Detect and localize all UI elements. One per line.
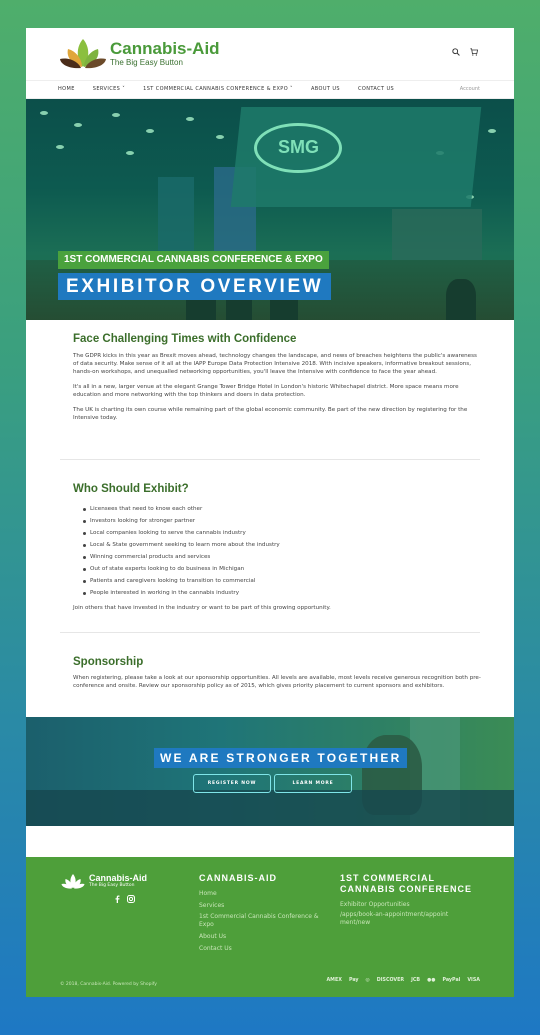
list-item: Licensees that need to know each other <box>83 503 483 515</box>
footer-col-title-line: 1ST COMMERCIAL <box>340 873 435 883</box>
section-confidence: Face Challenging Times with Confidence T… <box>73 333 483 422</box>
exhibitor-list: Licensees that need to know each other I… <box>83 503 483 599</box>
search-icon[interactable] <box>452 48 460 56</box>
footer-links-col2: Exhibitor Opportunities /apps/book-an-ap… <box>340 899 452 927</box>
leaf-logo-icon <box>60 39 106 69</box>
nav-conference[interactable]: 1ST COMMERCIAL CANNABIS CONFERENCE & EXP… <box>143 86 293 92</box>
paypal-icon: PayPal <box>442 978 461 983</box>
ceiling-light <box>186 117 194 121</box>
ceiling-light <box>488 129 496 133</box>
section-paragraph: When registering, please take a look at … <box>73 675 481 689</box>
footer-brand-tagline: The Big Easy Button <box>89 882 135 888</box>
section-sponsorship: Sponsorship When registering, please tak… <box>73 656 483 690</box>
ceiling-light <box>146 129 154 133</box>
hero-superscript-line: 1ST COMMERCIAL CANNABIS CONFERENCE & EXP… <box>58 251 329 269</box>
learn-more-button[interactable]: LEARN MORE <box>274 774 352 793</box>
cta-banner: WE ARE STRONGER TOGETHER REGISTER NOW LE… <box>26 717 514 826</box>
payment-methods: AMEX Pay ◎ DISCOVER JCB ●● PayPal VISA <box>326 978 480 983</box>
header-icons <box>452 48 478 56</box>
list-item: Local & State government seeking to lear… <box>83 539 483 551</box>
nav-services[interactable]: SERVICES ˅ <box>93 86 125 92</box>
attendee-figure <box>446 279 476 320</box>
list-item: Winning commercial products and services <box>83 551 483 563</box>
ceiling-light <box>40 111 48 115</box>
list-item: Out of state experts looking to do busin… <box>83 563 483 575</box>
diners-icon: ◎ <box>365 978 370 983</box>
section-divider <box>60 459 480 460</box>
brand-tagline: The Big Easy Button <box>110 57 183 67</box>
section-paragraph: The UK is charting its own course while … <box>73 407 468 421</box>
section-heading: Face Challenging Times with Confidence <box>73 333 297 345</box>
footer-col-title-line: CANNABIS CONFERENCE <box>340 884 473 894</box>
section-paragraph: It's all in a new, larger venue at the e… <box>73 384 459 398</box>
smg-logo-text: SMG <box>278 137 320 157</box>
page-container: Cannabis-Aid The Big Easy Button HOME SE… <box>26 28 514 997</box>
ceiling-light <box>126 151 134 155</box>
list-item: Patients and caregivers looking to trans… <box>83 575 483 587</box>
section-who-should-exhibit: Who Should Exhibit? Licensees that need … <box>73 483 483 612</box>
list-item: People interested in working in the cann… <box>83 587 483 599</box>
footer-col-title: 1ST COMMERCIAL CANNABIS CONFERENCE <box>340 873 472 895</box>
footer-link-about[interactable]: About Us <box>199 931 327 943</box>
nav-home[interactable]: HOME <box>58 86 75 92</box>
instagram-icon[interactable] <box>127 895 135 903</box>
apple-pay-icon: Pay <box>348 978 359 983</box>
section-divider <box>60 632 480 633</box>
site-footer: Cannabis-Aid The Big Easy Button CANNABI… <box>26 857 514 997</box>
hero-title: EXHIBITOR OVERVIEW <box>58 273 332 300</box>
visa-icon: VISA <box>467 978 480 983</box>
nav-about[interactable]: ABOUT US <box>311 86 340 92</box>
section-heading: Who Should Exhibit? <box>73 483 189 495</box>
footer-brand-title: Cannabis-Aid <box>89 872 148 883</box>
cta-title: WE ARE STRONGER TOGETHER <box>154 748 408 768</box>
footer-link-exhibitor[interactable]: Exhibitor Opportunities <box>340 899 452 911</box>
section-paragraph: Join others that have invested in the in… <box>73 605 331 611</box>
social-links <box>114 895 135 903</box>
footer-link-contact[interactable]: Contact Us <box>199 943 327 955</box>
ceiling-light <box>112 113 120 117</box>
site-header: Cannabis-Aid The Big Easy Button HOME SE… <box>26 28 514 99</box>
jcb-icon: JCB <box>411 978 421 983</box>
footer-link-services[interactable]: Services <box>199 900 327 912</box>
nav-contact[interactable]: CONTACT US <box>358 86 394 92</box>
list-item: Investors looking for stronger partner <box>83 515 483 527</box>
footer-link-conference[interactable]: 1st Commercial Cannabis Conference & Exp… <box>199 913 327 929</box>
footer-links-col1: Home Services 1st Commercial Cannabis Co… <box>199 888 327 954</box>
background-floor <box>26 790 514 826</box>
leaf-logo-icon <box>61 874 85 889</box>
footer-link-appointment[interactable]: /apps/book-an-appointment/appointment/ne… <box>340 911 452 927</box>
footer-col-title: CANNABIS-AID <box>199 873 277 883</box>
hero-banner: SMG 1ST COMMERCIAL CANNABIS CONFERENCE &… <box>26 99 514 320</box>
ceiling-light <box>74 123 82 127</box>
section-heading: Sponsorship <box>73 656 144 668</box>
amex-icon: AMEX <box>326 978 342 983</box>
footer-link-home[interactable]: Home <box>199 888 327 900</box>
account-link[interactable]: Account <box>460 86 480 92</box>
brand-logo[interactable]: Cannabis-Aid The Big Easy Button <box>58 37 220 69</box>
cart-icon[interactable] <box>470 48 478 56</box>
ceiling-light <box>56 145 64 149</box>
ceiling-light <box>216 135 224 139</box>
facebook-icon[interactable] <box>114 895 121 903</box>
section-paragraph: The GDPR kicks in this year as Brexit mo… <box>73 353 477 375</box>
list-item: Local companies looking to serve the can… <box>83 527 483 539</box>
register-now-button[interactable]: REGISTER NOW <box>193 774 271 793</box>
copyright-text: © 2018, Cannabis-Aid. Powered by Shopify <box>60 982 157 987</box>
discover-icon: DISCOVER <box>376 978 405 983</box>
footer-logo[interactable]: Cannabis-Aid The Big Easy Button <box>60 873 147 889</box>
mastercard-icon: ●● <box>427 978 436 983</box>
main-nav: HOME SERVICES ˅ 1ST COMMERCIAL CANNABIS … <box>26 80 514 99</box>
brand-title: Cannabis-Aid <box>110 38 220 58</box>
